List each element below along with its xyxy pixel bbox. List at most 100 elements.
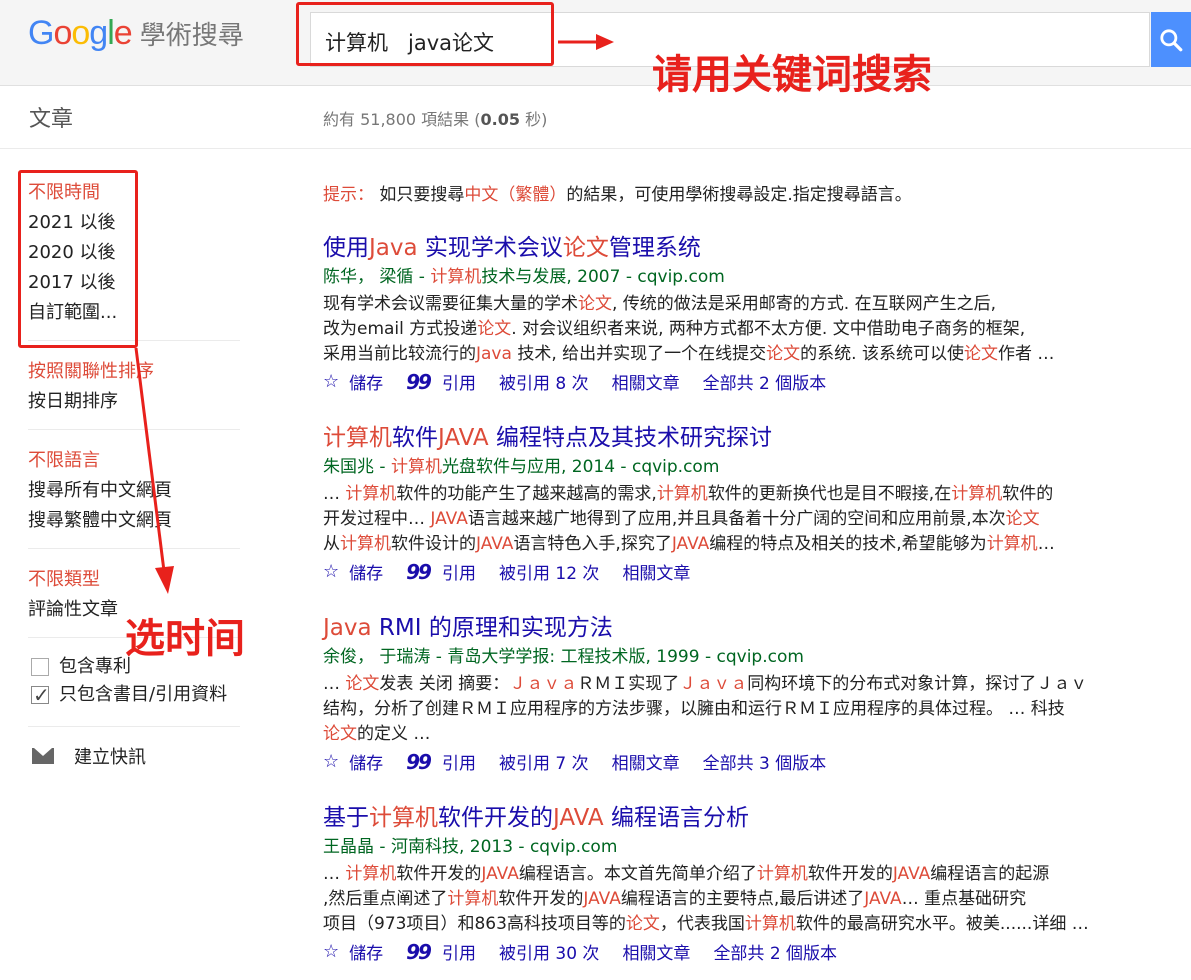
result-title-link[interactable]: 基于计算机软件开发的JAVA 编程语言分析 [323,802,1191,834]
include-citations-label: 只包含書目/引用資料 [59,684,228,705]
save-button[interactable]: ☆ 儲存 [323,749,383,774]
highlighted-term: JAVA [671,534,710,554]
highlighted-term: 论文 [562,235,609,261]
cited-by-link[interactable]: 被引用 12 次 [499,559,599,584]
include-citations-checkbox[interactable] [31,682,50,708]
highlighted-term: 计算机 [447,889,499,909]
create-alert-link[interactable]: 建立快訊 [28,743,240,769]
language-tip: 提示： 如只要搜尋中文（繁體）的結果，可使用學術搜尋設定.指定搜尋語言。 [323,185,912,205]
scholar-wordmark: 學術搜尋 [139,21,244,51]
result-item: 使用Java 实现学术会议论文管理系统 陈华， 梁循 - 计算机技术与发展, 2… [323,232,1191,422]
star-icon: ☆ [323,941,340,962]
subheader: 文章 約有 51,800 項結果 (0.05 秒) [0,87,1191,149]
highlighted-term: 计算机 [345,484,397,504]
cite-button[interactable]: 99 引用 [406,559,476,585]
highlighted-term: 计算机 [323,425,392,451]
highlighted-term: 论文 [477,319,512,339]
highlighted-term: 论文 [1005,509,1040,529]
envelope-icon [32,748,54,764]
quote-icon: 99 [406,559,432,584]
highlighted-term: 计算机 [986,534,1038,554]
include-patents-label: 包含專利 [59,656,131,677]
results-list: 使用Java 实现学术会议论文管理系统 陈华， 梁循 - 计算机技术与发展, 2… [323,232,1191,980]
highlighted-term: Java [323,615,372,641]
annotation-search-hint: 请用关键词搜索 [652,52,932,98]
highlighted-term: Java [476,344,512,364]
highlighted-term: JAVA [583,889,621,909]
highlighted-term: JAVA [553,805,604,831]
quote-icon: 99 [406,749,432,774]
star-icon: ☆ [323,561,340,582]
all-versions-link[interactable]: 全部共 2 個版本 [703,369,827,394]
related-articles-link[interactable]: 相關文章 [612,369,680,394]
include-options-group: 包含專利 只包含書目/引用資料 [28,654,240,727]
highlighted-term: 论文 [345,674,380,694]
highlighted-term: Ｊａｖａ [679,674,748,694]
quote-icon: 99 [406,939,432,964]
highlighted-term: 计算机 [656,484,708,504]
annotation-time-filter-highlight [18,170,138,348]
save-button[interactable]: ☆ 儲存 [323,559,383,584]
related-articles-link[interactable]: 相關文章 [622,559,690,584]
highlighted-term: 论文 [625,914,660,934]
highlighted-term: 论文 [323,724,357,744]
highlighted-term: JAVA [481,864,519,884]
highlighted-term: 计算机 [756,864,808,884]
result-stats: 約有 51,800 項結果 (0.05 秒) [323,110,548,129]
star-icon: ☆ [323,751,340,772]
highlighted-term: JAVA [892,864,931,884]
highlighted-term: 计算机 [390,457,442,477]
related-articles-link[interactable]: 相關文章 [612,749,680,774]
result-meta: 王晶晶 - 河南科技, 2013 - cqvip.com [323,837,618,857]
cite-button[interactable]: 99 引用 [406,749,476,775]
result-actions: ☆ 儲存 99 引用 被引用 12 次 相關文章 [323,559,1191,585]
highlighted-term: 计算机 [369,805,438,831]
result-title-link[interactable]: Java RMI 的原理和实现方法 [323,612,1191,644]
include-citations-option[interactable]: 只包含書目/引用資料 [28,682,240,708]
cited-by-link[interactable]: 被引用 7 次 [499,749,589,774]
include-patents-checkbox[interactable] [31,658,49,676]
highlighted-term: JAVA [438,425,489,451]
annotation-search-box-highlight [296,2,554,66]
highlighted-term: Java [369,235,418,261]
result-item: Java RMI 的原理和实现方法 余俊， 于瑞涛 - 青岛大学学报: 工程技术… [323,612,1191,802]
result-snippet: … 计算机软件的功能产生了越来越高的需求,计算机软件的更新换代也是目不暇接,在计… [323,484,1055,554]
result-snippet: … 论文发表 关闭 摘要：ＪａｖａＲＭＩ实现了Ｊａｖａ同构环境下的分布式对象计算… [323,674,1088,744]
annotation-time-hint: 选时间 [125,616,245,662]
result-item: 计算机软件JAVA 编程特点及其技术研究探讨 朱国兆 - 计算机光盘软件与应用,… [323,422,1191,612]
tip-label: 提示： [323,185,374,205]
cite-button[interactable]: 99 引用 [406,369,476,395]
highlighted-term: 计算机 [951,484,1003,504]
result-actions: ☆ 儲存 99 引用 被引用 30 次 相關文章 全部共 2 個版本 [323,939,1191,965]
cited-by-link[interactable]: 被引用 30 次 [499,939,599,964]
search-icon [1160,28,1183,51]
highlighted-term: 论文 [963,344,998,364]
section-title: 文章 [29,107,74,132]
result-item: 基于计算机软件开发的JAVA 编程语言分析 王晶晶 - 河南科技, 2013 -… [323,802,1191,980]
search-button[interactable] [1151,12,1191,67]
google-scholar-logo[interactable]: Google 學術搜尋 [28,14,244,53]
save-button[interactable]: ☆ 儲存 [323,369,383,394]
star-icon: ☆ [323,371,340,392]
highlighted-term: 计算机 [340,534,391,554]
related-articles-link[interactable]: 相關文章 [622,939,690,964]
all-versions-link[interactable]: 全部共 2 個版本 [713,939,837,964]
result-meta: 朱国兆 - 计算机光盘软件与应用, 2014 - cqvip.com [323,457,720,477]
result-title-link[interactable]: 使用Java 实现学术会议论文管理系统 [323,232,1191,264]
result-title-link[interactable]: 计算机软件JAVA 编程特点及其技术研究探讨 [323,422,1191,454]
result-actions: ☆ 儲存 99 引用 被引用 7 次 相關文章 全部共 3 個版本 [323,749,1191,775]
quote-icon: 99 [406,369,432,394]
result-meta: 余俊， 于瑞涛 - 青岛大学学报: 工程技术版, 1999 - cqvip.co… [323,647,804,667]
highlighted-term: 计算机 [345,864,397,884]
save-button[interactable]: ☆ 儲存 [323,939,383,964]
cite-button[interactable]: 99 引用 [406,939,476,965]
highlighted-term: JAVA [864,889,902,909]
result-meta: 陈华， 梁循 - 计算机技术与发展, 2007 - cqvip.com [323,267,725,287]
tip-language-link[interactable]: 中文（繁體） [464,185,566,205]
annotation-arrow-down [134,347,174,594]
all-versions-link[interactable]: 全部共 3 個版本 [703,749,827,774]
highlighted-term: JAVA [430,509,468,529]
cited-by-link[interactable]: 被引用 8 次 [499,369,589,394]
highlighted-term: 论文 [578,294,612,314]
annotation-arrow-right [558,34,614,50]
